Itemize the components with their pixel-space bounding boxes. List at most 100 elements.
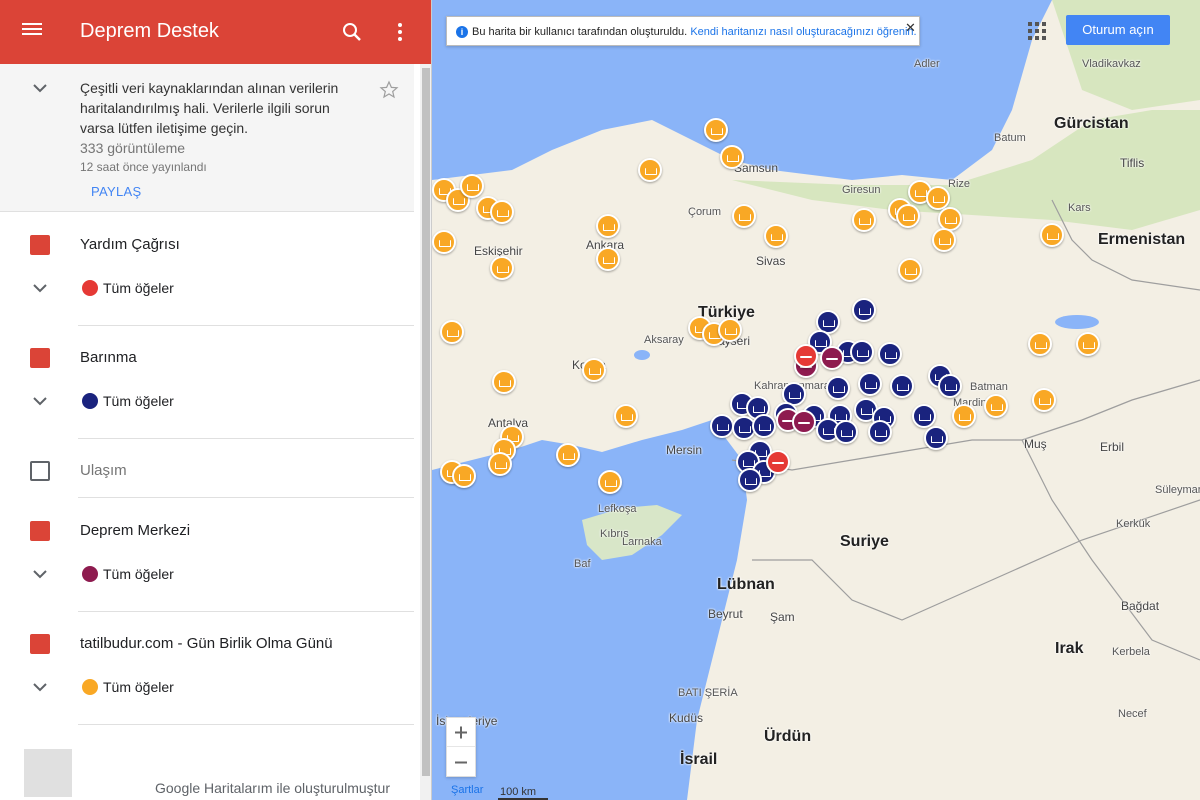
hotel-marker-icon xyxy=(82,679,98,695)
zoom-controls xyxy=(446,717,476,777)
shelter-marker[interactable] xyxy=(868,420,892,444)
zoom-out-button[interactable] xyxy=(447,748,475,777)
sidebar-scrollbar[interactable] xyxy=(420,64,431,800)
hotel-marker[interactable] xyxy=(440,320,464,344)
layer-items-row[interactable]: Tüm öğeler xyxy=(0,554,414,594)
hotel-marker[interactable] xyxy=(490,256,514,280)
label-corum: Çorum xyxy=(688,206,722,218)
layer-ulasim: Ulaşım xyxy=(0,454,414,515)
map-description: Çeşitli veri kaynaklarından alınan veril… xyxy=(80,80,339,136)
layer-items-row[interactable]: Tüm öğeler xyxy=(0,268,414,308)
hotel-marker[interactable] xyxy=(1040,223,1064,247)
hotel-marker[interactable] xyxy=(432,230,456,254)
label-necef: Necef xyxy=(1118,708,1147,720)
hotel-marker[interactable] xyxy=(596,214,620,238)
notice-message: Bu harita bir kullanıcı tarafından oluşt… xyxy=(472,26,688,38)
menu-icon[interactable] xyxy=(20,20,44,44)
close-icon[interactable]: ✕ xyxy=(905,20,916,36)
hotel-marker[interactable] xyxy=(720,145,744,169)
star-icon[interactable] xyxy=(379,80,399,100)
layer-name: tatilbudur.com - Gün Birlik Olma Günü xyxy=(80,635,333,652)
hotel-marker[interactable] xyxy=(1076,332,1100,356)
label-giresun: Giresun xyxy=(842,184,881,196)
shelter-marker[interactable] xyxy=(912,404,936,428)
layer-items-row[interactable]: Tüm öğeler xyxy=(0,381,414,421)
shelter-marker[interactable] xyxy=(852,298,876,322)
divider xyxy=(78,611,414,612)
shelter-marker[interactable] xyxy=(826,376,850,400)
shelter-marker[interactable] xyxy=(738,468,762,492)
create-map-link[interactable]: Kendi haritanızı nasıl oluşturacağınızı … xyxy=(690,26,916,38)
help-call-marker[interactable] xyxy=(794,344,818,368)
hotel-marker[interactable] xyxy=(596,247,620,271)
bed-marker-icon xyxy=(82,393,98,409)
shelter-marker[interactable] xyxy=(834,420,858,444)
epicenter-marker[interactable] xyxy=(792,410,816,434)
sidebar: Deprem Destek Çeşitli veri kaynaklarında… xyxy=(0,0,432,800)
hotel-marker[interactable] xyxy=(638,158,662,182)
divider xyxy=(78,325,414,326)
label-rize: Rize xyxy=(948,178,971,190)
apps-grid-icon[interactable] xyxy=(1028,22,1046,40)
label-irak: Irak xyxy=(1055,640,1084,657)
hotel-marker[interactable] xyxy=(852,208,876,232)
help-call-marker[interactable] xyxy=(766,450,790,474)
sign-in-button[interactable]: Oturum açın xyxy=(1066,15,1170,45)
shelter-marker[interactable] xyxy=(890,374,914,398)
layer-checkbox[interactable] xyxy=(30,461,50,481)
hotel-marker[interactable] xyxy=(1028,332,1052,356)
epicenter-marker[interactable] xyxy=(820,346,844,370)
expand-chevron-icon[interactable] xyxy=(31,279,49,297)
hotel-marker[interactable] xyxy=(488,452,512,476)
hotel-marker[interactable] xyxy=(704,118,728,142)
hotel-marker[interactable] xyxy=(614,404,638,428)
share-button[interactable]: PAYLAŞ xyxy=(91,184,141,199)
map-info-panel: Çeşitli veri kaynaklarından alınan veril… xyxy=(0,64,414,212)
shelter-marker[interactable] xyxy=(752,414,776,438)
hotel-marker[interactable] xyxy=(718,318,742,342)
hotel-marker[interactable] xyxy=(460,174,484,198)
search-icon[interactable] xyxy=(340,20,364,44)
scrollbar-thumb[interactable] xyxy=(422,68,430,776)
hotel-marker[interactable] xyxy=(490,200,514,224)
layer-checkbox[interactable] xyxy=(30,348,50,368)
shelter-marker[interactable] xyxy=(938,374,962,398)
shelter-marker[interactable] xyxy=(710,414,734,438)
shelter-marker[interactable] xyxy=(858,372,882,396)
hotel-marker[interactable] xyxy=(764,224,788,248)
expand-chevron-icon[interactable] xyxy=(31,678,49,696)
hotel-marker[interactable] xyxy=(1032,388,1056,412)
map-canvas[interactable]: Türkiye Gürcistan Ermenistan Suriye Lübn… xyxy=(432,0,1200,800)
label-larnaka: Larnaka xyxy=(622,536,662,548)
hotel-marker[interactable] xyxy=(582,358,606,382)
hotel-marker[interactable] xyxy=(492,370,516,394)
label-mersin: Mersin xyxy=(666,443,703,457)
hotel-marker[interactable] xyxy=(732,204,756,228)
hotel-marker[interactable] xyxy=(898,258,922,282)
hotel-marker[interactable] xyxy=(556,443,580,467)
hotel-marker[interactable] xyxy=(932,228,956,252)
hotel-marker[interactable] xyxy=(452,464,476,488)
hotel-marker[interactable] xyxy=(984,394,1008,418)
collapse-chevron-icon[interactable] xyxy=(31,79,49,97)
shelter-marker[interactable] xyxy=(850,340,874,364)
label-ermenistan: Ermenistan xyxy=(1098,231,1186,248)
expand-chevron-icon[interactable] xyxy=(31,392,49,410)
shelter-marker[interactable] xyxy=(924,426,948,450)
layer-items-row[interactable]: Tüm öğeler xyxy=(0,667,414,707)
my-maps-logo xyxy=(24,749,72,797)
scale-bar: 100 km xyxy=(498,786,558,800)
shelter-marker[interactable] xyxy=(878,342,902,366)
label-gurcistan: Gürcistan xyxy=(1054,115,1129,132)
layer-checkbox[interactable] xyxy=(30,634,50,654)
label-bagdat: Bağdat xyxy=(1121,599,1160,613)
zoom-in-button[interactable] xyxy=(447,718,475,747)
layer-checkbox[interactable] xyxy=(30,235,50,255)
terms-link[interactable]: Şartlar xyxy=(451,784,483,796)
hotel-marker[interactable] xyxy=(896,204,920,228)
layer-checkbox[interactable] xyxy=(30,521,50,541)
expand-chevron-icon[interactable] xyxy=(31,565,49,583)
hotel-marker[interactable] xyxy=(952,404,976,428)
more-options-icon[interactable] xyxy=(388,20,412,44)
hotel-marker[interactable] xyxy=(598,470,622,494)
